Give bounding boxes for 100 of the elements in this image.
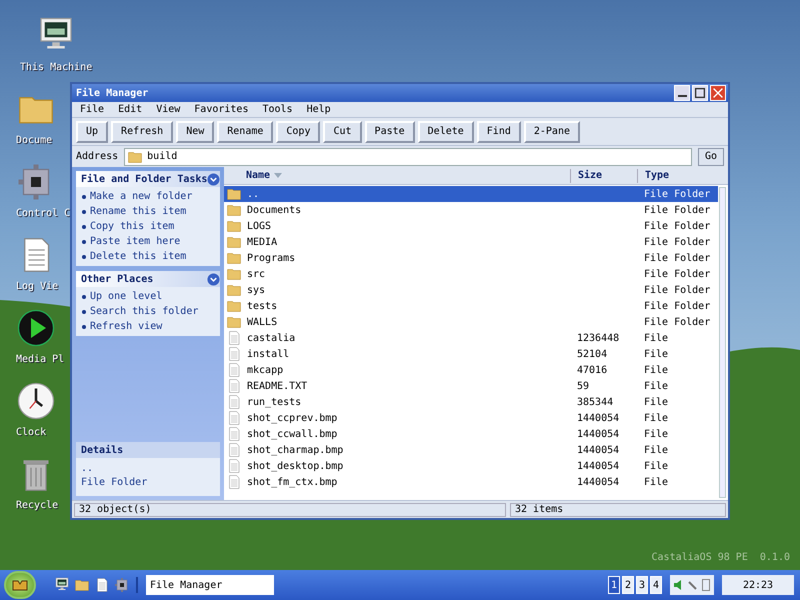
task-link[interactable]: Up one level [82,289,220,304]
column-header[interactable]: Size [570,168,637,182]
status-text: 32 object(s) [74,502,506,516]
file-row[interactable]: README.TXT 59 File [224,378,718,394]
column-header[interactable]: Type [637,168,728,182]
file-type: File Folder [643,252,712,266]
toolbar-button[interactable]: Find [476,120,521,142]
close-icon [711,86,725,100]
battery-icon[interactable] [702,579,710,591]
clock-icon[interactable] [16,381,56,421]
file-type: File Folder [643,268,712,282]
workspace-button[interactable]: 1 [608,576,620,594]
file-type: File Folder [643,316,712,330]
task-link[interactable]: Rename this item [82,204,220,219]
desktop-icon-label[interactable]: This Machine [20,60,92,75]
monitor-icon[interactable] [54,577,70,593]
document-icon[interactable] [94,577,110,593]
address-label: Address [76,150,118,164]
folder-icon [226,250,242,266]
file-size: 385344 [577,396,614,408]
address-field[interactable]: build [124,148,692,166]
file-name: shot_charmap.bmp [247,444,344,458]
file-row[interactable]: Programs File Folder [224,250,718,266]
file-row[interactable]: .. File Folder [224,186,718,202]
task-link[interactable]: Delete this item [82,249,220,264]
file-name: Documents [247,204,302,218]
collapse-chevron-icon[interactable] [207,272,220,286]
file-type: File Folder [643,300,712,314]
file-row[interactable]: tests File Folder [224,298,718,314]
taskbar-task-button[interactable]: File Manager [146,575,274,595]
file-name: Programs [247,252,296,266]
file-type: File [643,332,670,346]
file-size: 1440054 [577,428,620,440]
menu-item[interactable]: File [80,102,104,117]
task-link[interactable]: Copy this item [82,219,220,234]
file-row[interactable]: run_tests 385344 File [224,394,718,410]
play-icon[interactable] [16,308,56,348]
menu-item[interactable]: Help [306,102,331,117]
toolbar-button[interactable]: 2-Pane [524,120,580,142]
close-button[interactable] [710,85,726,101]
file-row[interactable]: sys File Folder [224,282,718,298]
task-link[interactable]: Refresh view [82,319,220,334]
file-row[interactable]: install 52104 File [224,346,718,362]
scrollbar[interactable] [719,187,726,498]
menu-item[interactable]: Favorites [194,102,248,117]
collapse-chevron-icon[interactable] [207,172,220,186]
file-row[interactable]: shot_charmap.bmp 1440054 File [224,442,718,458]
workspace-button[interactable]: 3 [636,576,648,594]
file-size: 52104 [577,348,608,360]
toolbar-button[interactable]: Refresh [111,120,174,142]
file-row[interactable]: mkcapp 47016 File [224,362,718,378]
toolbar-button[interactable]: Copy [276,120,320,142]
column-header[interactable]: Name [224,168,570,182]
task-link[interactable]: Make a new folder [82,189,220,204]
file-type: File [643,348,670,362]
go-button[interactable]: Go [698,148,724,166]
start-button[interactable] [4,571,36,599]
desktop-icon-label[interactable]: Clock [16,425,46,440]
toolbar-button[interactable]: New [176,120,214,142]
file-name: install [247,348,290,362]
file-row[interactable]: WALLS File Folder [224,314,718,330]
menu-item[interactable]: View [156,102,180,117]
speaker-icon[interactable] [674,579,684,591]
status-text: 32 items [510,502,726,516]
file-name: src [247,268,266,282]
menu-item[interactable]: Edit [118,102,142,117]
file-name: shot_fm_ctx.bmp [247,476,338,490]
toolbar-button[interactable]: Up [76,120,108,142]
folder-icon [226,234,242,250]
file-type: File [643,412,670,426]
toolbar-button[interactable]: Cut [323,120,362,142]
task-link[interactable]: Search this folder [82,304,220,319]
network-icon[interactable] [688,580,697,590]
minimize-icon [678,95,686,97]
file-row[interactable]: castalia 1236448 File [224,330,718,346]
file-row[interactable]: shot_ccwall.bmp 1440054 File [224,426,718,442]
gear-icon[interactable] [114,577,130,593]
workspace-button[interactable]: 4 [650,576,662,594]
toolbar-button[interactable]: Delete [418,120,474,142]
file-row[interactable]: LOGS File Folder [224,218,718,234]
file-row[interactable]: Documents File Folder [224,202,718,218]
panel-title: Details [76,442,220,458]
task-link[interactable]: Paste item here [82,234,220,249]
toolbar-button[interactable]: Paste [364,120,415,142]
file-name: LOGS [247,220,272,234]
file-row[interactable]: shot_fm_ctx.bmp 1440054 File [224,474,718,490]
folder-icon [226,266,242,282]
file-row[interactable]: shot_desktop.bmp 1440054 File [224,458,718,474]
workspace-button[interactable]: 2 [622,576,634,594]
file-row[interactable]: shot_ccprev.bmp 1440054 File [224,410,718,426]
file-row[interactable]: MEDIA File Folder [224,234,718,250]
desktop-icon-label[interactable]: Recycle [16,498,58,513]
minimize-button[interactable] [674,85,690,101]
folder-icon [226,282,242,298]
file-size: 1236448 [577,332,620,344]
menu-item[interactable]: Tools [262,102,293,117]
file-row[interactable]: src File Folder [224,266,718,282]
toolbar-button[interactable]: Rename [217,120,274,142]
desktop-icon-label[interactable]: Media Pl [16,352,64,367]
maximize-button[interactable] [692,85,708,101]
